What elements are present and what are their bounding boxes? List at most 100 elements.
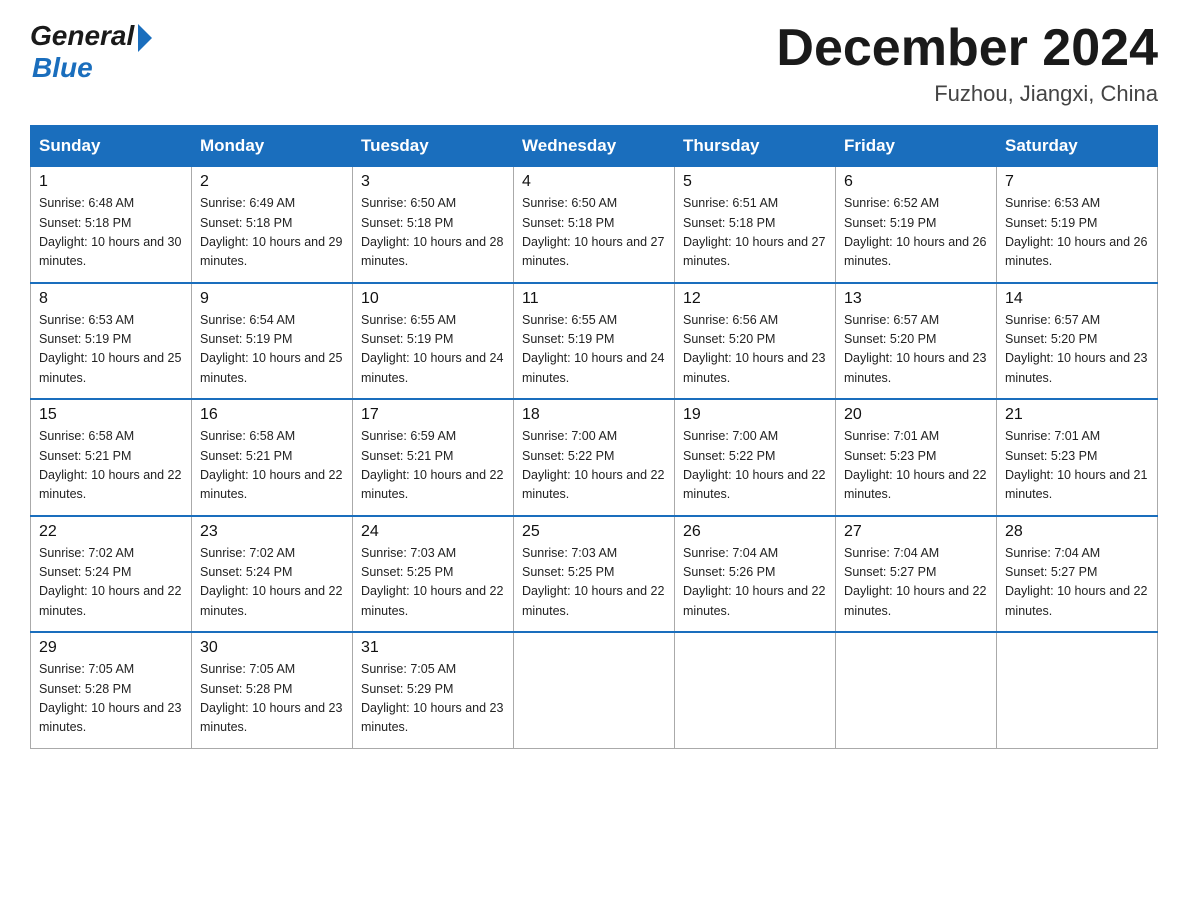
day-info: Sunrise: 7:03 AMSunset: 5:25 PMDaylight:… xyxy=(522,544,666,622)
table-row: 31Sunrise: 7:05 AMSunset: 5:29 PMDayligh… xyxy=(353,632,514,748)
table-row: 16 Sunrise: 6:58 AMSunset: 5:21 PMDayligh… xyxy=(192,399,353,516)
table-row: 20Sunrise: 7:01 AMSunset: 5:23 PMDayligh… xyxy=(836,399,997,516)
day-info: Sunrise: 7:05 AMSunset: 5:28 PMDaylight:… xyxy=(39,660,183,738)
logo-general-text: General xyxy=(30,20,134,52)
table-row: 23 Sunrise: 7:02 AMSunset: 5:24 PMDayligh… xyxy=(192,516,353,633)
day-info: Sunrise: 6:48 AMSunset: 5:18 PMDaylight:… xyxy=(39,194,183,272)
location-title: Fuzhou, Jiangxi, China xyxy=(776,81,1158,107)
page-header: General Blue December 2024 Fuzhou, Jiang… xyxy=(30,20,1158,107)
table-row: 30Sunrise: 7:05 AMSunset: 5:28 PMDayligh… xyxy=(192,632,353,748)
day-number: 11 xyxy=(522,290,666,308)
day-number: 23 xyxy=(200,523,344,541)
table-row: 12Sunrise: 6:56 AMSunset: 5:20 PMDayligh… xyxy=(675,283,836,400)
day-number: 7 xyxy=(1005,173,1149,191)
table-row: 4Sunrise: 6:50 AMSunset: 5:18 PMDaylight… xyxy=(514,167,675,283)
day-info: Sunrise: 6:58 AMSunset: 5:21 PMDaylight:… xyxy=(39,427,183,505)
day-info: Sunrise: 7:02 AMSunset: 5:24 PMDaylight:… xyxy=(39,544,183,622)
table-row: 3 Sunrise: 6:50 AMSunset: 5:18 PMDaylight… xyxy=(353,167,514,283)
day-info: Sunrise: 6:53 AMSunset: 5:19 PMDaylight:… xyxy=(1005,194,1149,272)
day-number: 13 xyxy=(844,290,988,308)
table-row: 2 Sunrise: 6:49 AMSunset: 5:18 PMDaylight… xyxy=(192,167,353,283)
day-number: 22 xyxy=(39,523,183,541)
title-block: December 2024 Fuzhou, Jiangxi, China xyxy=(776,20,1158,107)
weekday-header-row: Sunday Monday Tuesday Wednesday Thursday… xyxy=(31,126,1158,167)
day-info: Sunrise: 7:01 AMSunset: 5:23 PMDaylight:… xyxy=(1005,427,1149,505)
table-row: 27Sunrise: 7:04 AMSunset: 5:27 PMDayligh… xyxy=(836,516,997,633)
table-row: 6Sunrise: 6:52 AMSunset: 5:19 PMDaylight… xyxy=(836,167,997,283)
calendar-week-row: 8 Sunrise: 6:53 AMSunset: 5:19 PMDaylight… xyxy=(31,283,1158,400)
table-row: 1Sunrise: 6:48 AMSunset: 5:18 PMDaylight… xyxy=(31,167,192,283)
table-row: 8 Sunrise: 6:53 AMSunset: 5:19 PMDaylight… xyxy=(31,283,192,400)
table-row: 28 Sunrise: 7:04 AMSunset: 5:27 PMDayligh… xyxy=(997,516,1158,633)
day-number: 31 xyxy=(361,639,505,657)
day-number: 14 xyxy=(1005,290,1149,308)
table-row: 17 Sunrise: 6:59 AMSunset: 5:21 PMDayligh… xyxy=(353,399,514,516)
day-info: Sunrise: 7:04 AMSunset: 5:26 PMDaylight:… xyxy=(683,544,827,622)
header-saturday: Saturday xyxy=(997,126,1158,167)
day-number: 16 xyxy=(200,406,344,424)
day-number: 8 xyxy=(39,290,183,308)
day-number: 30 xyxy=(200,639,344,657)
day-number: 25 xyxy=(522,523,666,541)
day-info: Sunrise: 6:58 AMSunset: 5:21 PMDaylight:… xyxy=(200,427,344,505)
table-row xyxy=(997,632,1158,748)
day-number: 26 xyxy=(683,523,827,541)
table-row xyxy=(675,632,836,748)
table-row: 15Sunrise: 6:58 AMSunset: 5:21 PMDayligh… xyxy=(31,399,192,516)
table-row: 25 Sunrise: 7:03 AMSunset: 5:25 PMDayligh… xyxy=(514,516,675,633)
day-number: 3 xyxy=(361,173,505,191)
table-row xyxy=(514,632,675,748)
table-row xyxy=(836,632,997,748)
table-row: 26 Sunrise: 7:04 AMSunset: 5:26 PMDayligh… xyxy=(675,516,836,633)
month-title: December 2024 xyxy=(776,20,1158,77)
logo: General Blue xyxy=(30,20,152,84)
header-thursday: Thursday xyxy=(675,126,836,167)
logo-blue-text: Blue xyxy=(32,52,152,84)
calendar-table: Sunday Monday Tuesday Wednesday Thursday… xyxy=(30,125,1158,749)
calendar-week-row: 1Sunrise: 6:48 AMSunset: 5:18 PMDaylight… xyxy=(31,167,1158,283)
day-number: 17 xyxy=(361,406,505,424)
day-info: Sunrise: 6:50 AMSunset: 5:18 PMDaylight:… xyxy=(361,194,505,272)
day-number: 28 xyxy=(1005,523,1149,541)
day-info: Sunrise: 6:52 AMSunset: 5:19 PMDaylight:… xyxy=(844,194,988,272)
table-row: 7 Sunrise: 6:53 AMSunset: 5:19 PMDaylight… xyxy=(997,167,1158,283)
day-info: Sunrise: 7:03 AMSunset: 5:25 PMDaylight:… xyxy=(361,544,505,622)
day-info: Sunrise: 6:59 AMSunset: 5:21 PMDaylight:… xyxy=(361,427,505,505)
day-info: Sunrise: 6:51 AMSunset: 5:18 PMDaylight:… xyxy=(683,194,827,272)
day-number: 29 xyxy=(39,639,183,657)
day-number: 21 xyxy=(1005,406,1149,424)
table-row: 24 Sunrise: 7:03 AMSunset: 5:25 PMDayligh… xyxy=(353,516,514,633)
calendar-week-row: 22 Sunrise: 7:02 AMSunset: 5:24 PMDayligh… xyxy=(31,516,1158,633)
table-row: 21 Sunrise: 7:01 AMSunset: 5:23 PMDayligh… xyxy=(997,399,1158,516)
table-row: 22 Sunrise: 7:02 AMSunset: 5:24 PMDayligh… xyxy=(31,516,192,633)
header-sunday: Sunday xyxy=(31,126,192,167)
table-row: 18Sunrise: 7:00 AMSunset: 5:22 PMDayligh… xyxy=(514,399,675,516)
day-info: Sunrise: 7:04 AMSunset: 5:27 PMDaylight:… xyxy=(1005,544,1149,622)
table-row: 19Sunrise: 7:00 AMSunset: 5:22 PMDayligh… xyxy=(675,399,836,516)
header-wednesday: Wednesday xyxy=(514,126,675,167)
table-row: 5 Sunrise: 6:51 AMSunset: 5:18 PMDaylight… xyxy=(675,167,836,283)
day-number: 12 xyxy=(683,290,827,308)
day-info: Sunrise: 6:55 AMSunset: 5:19 PMDaylight:… xyxy=(361,311,505,389)
day-info: Sunrise: 6:49 AMSunset: 5:18 PMDaylight:… xyxy=(200,194,344,272)
day-info: Sunrise: 6:57 AMSunset: 5:20 PMDaylight:… xyxy=(844,311,988,389)
calendar-week-row: 15Sunrise: 6:58 AMSunset: 5:21 PMDayligh… xyxy=(31,399,1158,516)
logo-arrow-icon xyxy=(138,24,152,52)
day-info: Sunrise: 6:57 AMSunset: 5:20 PMDaylight:… xyxy=(1005,311,1149,389)
day-number: 9 xyxy=(200,290,344,308)
table-row: 11 Sunrise: 6:55 AMSunset: 5:19 PMDayligh… xyxy=(514,283,675,400)
day-info: Sunrise: 6:55 AMSunset: 5:19 PMDaylight:… xyxy=(522,311,666,389)
day-number: 5 xyxy=(683,173,827,191)
day-info: Sunrise: 7:00 AMSunset: 5:22 PMDaylight:… xyxy=(522,427,666,505)
day-number: 4 xyxy=(522,173,666,191)
day-info: Sunrise: 6:53 AMSunset: 5:19 PMDaylight:… xyxy=(39,311,183,389)
day-number: 24 xyxy=(361,523,505,541)
header-tuesday: Tuesday xyxy=(353,126,514,167)
day-number: 2 xyxy=(200,173,344,191)
day-info: Sunrise: 6:54 AMSunset: 5:19 PMDaylight:… xyxy=(200,311,344,389)
table-row: 10Sunrise: 6:55 AMSunset: 5:19 PMDayligh… xyxy=(353,283,514,400)
day-info: Sunrise: 7:04 AMSunset: 5:27 PMDaylight:… xyxy=(844,544,988,622)
table-row: 9 Sunrise: 6:54 AMSunset: 5:19 PMDaylight… xyxy=(192,283,353,400)
day-info: Sunrise: 7:02 AMSunset: 5:24 PMDaylight:… xyxy=(200,544,344,622)
day-number: 20 xyxy=(844,406,988,424)
